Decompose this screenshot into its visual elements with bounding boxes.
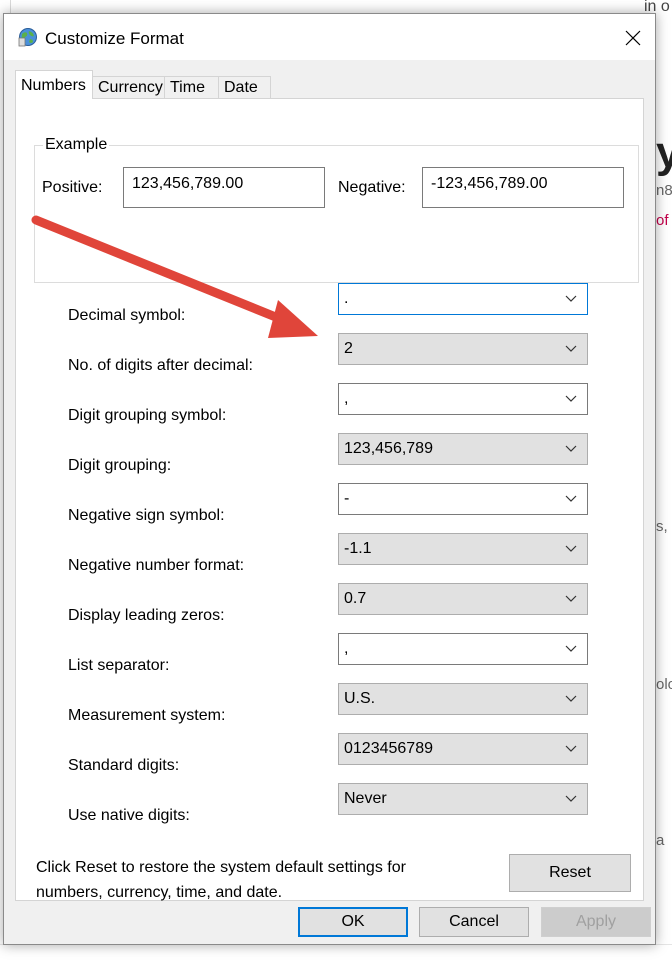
chevron-down-icon <box>565 345 577 352</box>
combo-value: U.S. <box>344 690 376 707</box>
numbers-tab-panel: Example Positive: 123,456,789.00 Negativ… <box>15 98 644 901</box>
combo-value: - <box>344 490 350 507</box>
display-leading-zeros-label: Display leading zeros: <box>68 607 225 624</box>
list-separator-label: List separator: <box>68 657 170 674</box>
measurement-system-label: Measurement system: <box>68 707 226 724</box>
cancel-button[interactable]: Cancel <box>419 907 529 937</box>
chevron-down-icon <box>565 645 577 652</box>
combo-value: 0123456789 <box>344 740 433 757</box>
title-bar[interactable]: Customize Format <box>4 14 655 60</box>
chevron-down-icon <box>565 295 577 302</box>
background-text-fragment: a <box>656 832 665 849</box>
chevron-down-icon <box>565 695 577 702</box>
example-group: Example Positive: 123,456,789.00 Negativ… <box>34 136 639 283</box>
background-text-fragment: s, <box>656 518 668 535</box>
digit-grouping-combo[interactable]: 123,456,789 <box>338 433 588 465</box>
combo-value: 2 <box>344 340 353 357</box>
background-text-fragment: of <box>656 212 669 229</box>
digits-after-decimal-label: No. of digits after decimal: <box>68 357 253 374</box>
chevron-down-icon <box>565 545 577 552</box>
negative-number-format-label: Negative number format: <box>68 557 245 574</box>
standard-digits-combo[interactable]: 0123456789 <box>338 733 588 765</box>
reset-instructions: Click Reset to restore the system defaul… <box>36 859 406 901</box>
decimal-symbol-label: Decimal symbol: <box>68 307 186 324</box>
chevron-down-icon <box>565 795 577 802</box>
combo-value: . <box>344 290 349 307</box>
customize-format-dialog: Customize Format Numbers Currency Time D… <box>3 13 656 945</box>
negative-number-format-combo[interactable]: -1.1 <box>338 533 588 565</box>
apply-button[interactable]: Apply <box>541 907 651 937</box>
combo-value: 123,456,789 <box>344 440 433 457</box>
use-native-digits-label: Use native digits: <box>68 807 190 824</box>
chevron-down-icon <box>565 395 577 402</box>
reset-button[interactable]: Reset <box>509 854 631 892</box>
globe-icon <box>18 27 38 47</box>
background-text-fragment: olo <box>656 676 672 693</box>
digits-after-decimal-combo[interactable]: 2 <box>338 333 588 365</box>
combo-value: , <box>344 640 349 657</box>
digit-grouping-symbol-combo[interactable]: , <box>338 383 588 415</box>
close-button[interactable] <box>617 22 649 54</box>
combo-value: 0.7 <box>344 590 367 607</box>
display-leading-zeros-combo[interactable]: 0.7 <box>338 583 588 615</box>
positive-example-field: 123,456,789.00 <box>123 167 325 208</box>
decimal-symbol-combo[interactable]: . <box>338 283 588 315</box>
list-separator-combo[interactable]: , <box>338 633 588 665</box>
combo-value: Never <box>344 790 387 807</box>
chevron-down-icon <box>565 445 577 452</box>
close-icon <box>625 30 641 46</box>
example-group-label: Example <box>43 136 110 154</box>
negative-sign-symbol-combo[interactable]: - <box>338 483 588 515</box>
standard-digits-label: Standard digits: <box>68 757 180 774</box>
combo-value: , <box>344 390 349 407</box>
screen: in o y n8 of s, olo a Customize Format N… <box>0 0 672 964</box>
chevron-down-icon <box>565 495 577 502</box>
use-native-digits-combo[interactable]: Never <box>338 783 588 815</box>
measurement-system-combo[interactable]: U.S. <box>338 683 588 715</box>
negative-example-field: -123,456,789.00 <box>422 167 624 208</box>
negative-sign-symbol-label: Negative sign symbol: <box>68 507 225 524</box>
digit-grouping-label: Digit grouping: <box>68 457 172 474</box>
tab-time[interactable]: Time <box>164 76 219 98</box>
tab-numbers[interactable]: Numbers <box>15 70 93 99</box>
chevron-down-icon <box>565 745 577 752</box>
dialog-title: Customize Format <box>45 29 184 48</box>
tab-date[interactable]: Date <box>218 76 271 98</box>
negative-label: Negative: <box>338 179 406 196</box>
background-window-bottom-edge <box>0 944 672 964</box>
positive-label: Positive: <box>42 179 103 196</box>
chevron-down-icon <box>565 595 577 602</box>
background-text-fragment: y <box>656 128 672 177</box>
background-text-fragment: n8 <box>656 182 672 199</box>
combo-value: -1.1 <box>344 540 372 557</box>
ok-button[interactable]: OK <box>298 907 408 937</box>
tab-currency[interactable]: Currency <box>92 76 165 98</box>
digit-grouping-symbol-label: Digit grouping symbol: <box>68 407 227 424</box>
